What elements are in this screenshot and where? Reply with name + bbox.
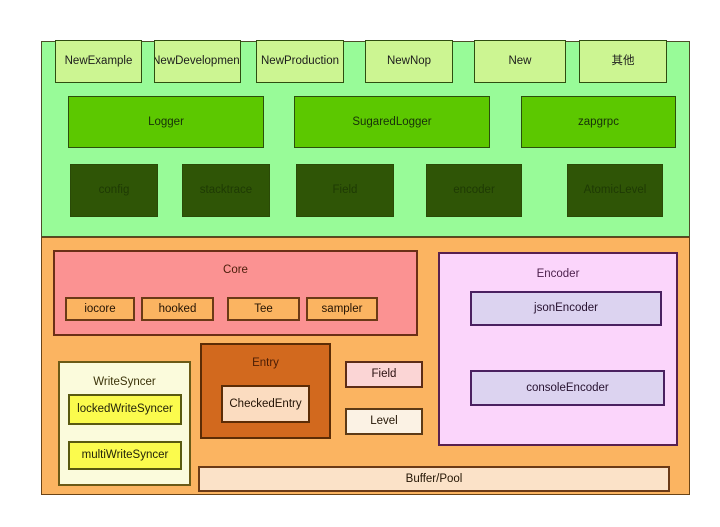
atomiclevel-box[interactable]: AtomicLevel (567, 164, 663, 217)
api-box-newproduction[interactable]: NewProduction (256, 40, 344, 83)
api-box-other[interactable]: 其他 (579, 40, 667, 83)
writesyncer-item-multiwritesyncer[interactable]: multiWriteSyncer (68, 441, 182, 470)
api-box-newdevelopment[interactable]: NewDevelopment (154, 40, 241, 83)
encoder-group: Encoder (438, 252, 678, 446)
encoder-group-title: Encoder (536, 268, 580, 280)
api-box-newexample[interactable]: NewExample (55, 40, 142, 83)
encoder-item-jsonencoder[interactable]: jsonEncoder (470, 291, 662, 326)
encoder-internal-box[interactable]: encoder (426, 164, 522, 217)
zapgrpc-box[interactable]: zapgrpc (521, 96, 676, 148)
core-item-hooked[interactable]: hooked (141, 297, 214, 321)
entry-group-title: Entry (252, 357, 279, 369)
core-item-sampler[interactable]: sampler (306, 297, 378, 321)
writesyncer-item-lockedwritesyncer[interactable]: lockedWriteSyncer (68, 394, 182, 425)
config-box[interactable]: config (70, 164, 158, 217)
core-group: Core (53, 250, 418, 336)
entry-item-checkedentry[interactable]: CheckedEntry (221, 385, 310, 423)
architecture-diagram: NewExample NewDevelopment NewProduction … (0, 0, 720, 527)
core-item-iocore[interactable]: iocore (65, 297, 135, 321)
sugaredlogger-box[interactable]: SugaredLogger (294, 96, 490, 148)
level-box[interactable]: Level (345, 408, 423, 435)
encoder-item-consoleencoder[interactable]: consoleEncoder (470, 370, 665, 406)
core-group-title: Core (223, 264, 248, 276)
buffer-pool-box[interactable]: Buffer/Pool (198, 466, 670, 492)
stacktrace-box[interactable]: stacktrace (182, 164, 270, 217)
api-box-newnop[interactable]: NewNop (365, 40, 453, 83)
api-box-new[interactable]: New (474, 40, 566, 83)
writesyncer-group-title: WriteSyncer (93, 376, 156, 388)
field-internal-box[interactable]: Field (296, 164, 394, 217)
field-box[interactable]: Field (345, 361, 423, 388)
core-item-tee[interactable]: Tee (227, 297, 300, 321)
logger-box[interactable]: Logger (68, 96, 264, 148)
